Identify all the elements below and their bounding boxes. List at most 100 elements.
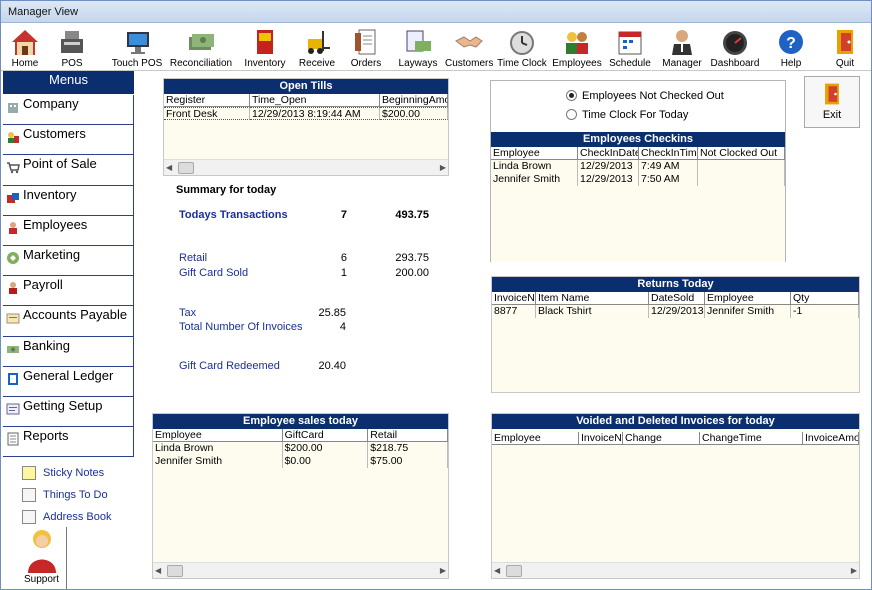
address-book-link[interactable]: Address Book (19, 507, 111, 527)
column-header[interactable]: Employee (153, 429, 283, 441)
checkins-grid[interactable]: Employee CheckInDate CheckInTime Not Clo… (491, 147, 785, 186)
sidebar-item-label: Accounts Payable (23, 307, 128, 323)
toolbar-receive-button[interactable]: Receive (297, 25, 337, 71)
scroll-left-icon[interactable]: ◀ (155, 566, 165, 576)
column-header[interactable]: CheckInTime (639, 147, 698, 159)
accounts-payable-icon (6, 313, 20, 324)
inventory-book-icon (257, 30, 273, 54)
column-header[interactable]: Register (164, 94, 250, 106)
column-header[interactable]: Qty (791, 292, 859, 304)
sidebar-item-inventory[interactable]: Inventory (3, 185, 134, 216)
sidebar-item-reports[interactable]: Reports (3, 427, 134, 458)
sidebar-item-getting-setup[interactable]: Getting Setup (3, 396, 134, 428)
toolbar-orders-button[interactable]: Orders (347, 25, 385, 71)
sidebar-item-label: Customers (23, 126, 86, 142)
toolbar-layways-button[interactable]: Layways (395, 25, 441, 71)
toolbar-help-button[interactable]: ? Help (773, 25, 809, 71)
sidebar-item-marketing[interactable]: Marketing (3, 245, 134, 277)
support-button[interactable]: Support (17, 527, 67, 589)
table-row[interactable]: Front Desk 12/29/2013 8:19:44 AM $200.00 (164, 107, 448, 120)
column-header[interactable]: GiftCard (283, 429, 369, 441)
column-header[interactable]: InvoiceNu (492, 292, 536, 304)
sidebar-item-company[interactable]: Company (3, 95, 134, 126)
column-header[interactable]: InvoiceAmou (803, 432, 859, 444)
sidebar-item-accounts-payable[interactable]: Accounts Payable (3, 306, 134, 337)
exit-button[interactable]: Exit (804, 76, 860, 128)
marketing-icon (7, 251, 19, 264)
scroll-right-icon[interactable]: ▶ (436, 566, 446, 576)
column-header[interactable]: Time_Open (250, 94, 380, 106)
scroll-thumb[interactable] (178, 162, 194, 174)
open-tills-grid[interactable]: Register Time_Open BeginningAmou Front D… (164, 94, 448, 120)
exit-label: Exit (822, 109, 842, 121)
toolbar-inventory-button[interactable]: Inventory (241, 25, 289, 71)
column-header[interactable]: Change (623, 432, 700, 444)
manager-window: Manager View Home POS Touch POS Reconcil… (0, 0, 872, 590)
column-header[interactable]: Employee (492, 432, 579, 444)
column-header[interactable]: CheckInDate (578, 147, 639, 159)
employee-sales-grid[interactable]: Employee GiftCard Retail Linda Brown $20… (153, 429, 448, 468)
column-header[interactable]: Employee (705, 292, 791, 304)
toolbar-pos-button[interactable]: POS (53, 25, 91, 71)
grid-header: Employee CheckInDate CheckInTime Not Clo… (491, 147, 785, 160)
calendar-icon (618, 31, 642, 55)
sticky-notes-link[interactable]: Sticky Notes (19, 463, 104, 483)
column-header[interactable]: ChangeTime (700, 432, 803, 444)
column-header[interactable]: InvoiceN (579, 432, 623, 444)
horizontal-scrollbar[interactable]: ◀ ▶ (153, 562, 448, 578)
column-header[interactable]: DateSold (649, 292, 705, 304)
scroll-thumb[interactable] (167, 565, 183, 577)
column-header[interactable]: BeginningAmou (380, 94, 448, 106)
table-row[interactable]: Linda Brown 12/29/2013 7:49 AM (491, 160, 785, 173)
time-clock-for-today-radio[interactable]: Time Clock For Today (566, 108, 688, 122)
column-header[interactable]: Not Clocked Out (698, 147, 785, 159)
things-to-do-link[interactable]: Things To Do (19, 485, 108, 505)
employees-not-checked-out-radio[interactable]: Employees Not Checked Out (566, 89, 724, 103)
toolbar-reconciliation-button[interactable]: Reconciliation (169, 25, 233, 71)
horizontal-scrollbar[interactable]: ◀ ▶ (164, 159, 448, 175)
sidebar-item-employees[interactable]: Employees (3, 215, 134, 246)
toolbar-schedule-button[interactable]: Schedule (607, 25, 653, 71)
sidebar-item-label: Employees (23, 216, 88, 232)
column-header[interactable]: Item Name (536, 292, 649, 304)
returns-title: Returns Today (492, 277, 859, 292)
table-row[interactable]: 8877 Black Tshirt 12/29/2013 Jennifer Sm… (492, 305, 859, 318)
gift-card-redeemed-value: 20.40 (318, 360, 346, 372)
sidebar-item-point-of-sale[interactable]: Point of Sale (3, 155, 134, 186)
toolbar-dashboard-button[interactable]: Dashboard (709, 25, 761, 71)
money-icon (189, 34, 214, 50)
column-header[interactable]: Employee (491, 147, 578, 159)
cash-register-icon (61, 31, 83, 53)
table-row[interactable]: Jennifer Smith 12/29/2013 7:50 AM (491, 173, 785, 186)
sidebar-item-label: Banking (23, 337, 70, 353)
scroll-left-icon[interactable]: ◀ (166, 163, 176, 173)
sidebar-item-general-ledger[interactable]: General Ledger (3, 366, 134, 397)
table-row[interactable]: Jennifer Smith $0.00 $75.00 (153, 455, 448, 468)
toolbar-customers-button[interactable]: Customers (445, 25, 493, 71)
toolbar-manager-button[interactable]: Manager (659, 25, 705, 71)
toolbar-quit-button[interactable]: Quit (827, 25, 863, 71)
sidebar-header: Menus (3, 71, 134, 95)
toolbar-employees-button[interactable]: Employees (551, 25, 603, 71)
sidebar-item-payroll[interactable]: Payroll (3, 276, 134, 307)
voided-invoices-grid[interactable]: Employee InvoiceN Change ChangeTime Invo… (492, 432, 859, 445)
table-row[interactable]: Linda Brown $200.00 $218.75 (153, 442, 448, 455)
exit-door-icon (825, 83, 839, 105)
orders-document-icon (355, 29, 376, 55)
scroll-right-icon[interactable]: ▶ (436, 163, 446, 173)
horizontal-scrollbar[interactable]: ◀ ▶ (492, 562, 859, 578)
sidebar-item-banking[interactable]: Banking (3, 336, 134, 367)
voided-invoices-title: Voided and Deleted Invoices for today (492, 414, 859, 429)
toolbar-touch-pos-button[interactable]: Touch POS (111, 25, 163, 71)
help-icon: ? (779, 30, 803, 54)
scroll-left-icon[interactable]: ◀ (494, 566, 504, 576)
sidebar-item-customers[interactable]: Customers (3, 125, 134, 156)
scroll-thumb[interactable] (506, 565, 522, 577)
returns-grid[interactable]: InvoiceNu Item Name DateSold Employee Qt… (492, 292, 859, 318)
ledger-icon (8, 372, 18, 385)
gift-card-sold-count: 1 (340, 267, 347, 279)
toolbar-time-clock-button[interactable]: Time Clock (497, 25, 547, 71)
scroll-right-icon[interactable]: ▶ (847, 566, 857, 576)
column-header[interactable]: Retail (368, 429, 448, 441)
toolbar-home-button[interactable]: Home (7, 25, 43, 71)
